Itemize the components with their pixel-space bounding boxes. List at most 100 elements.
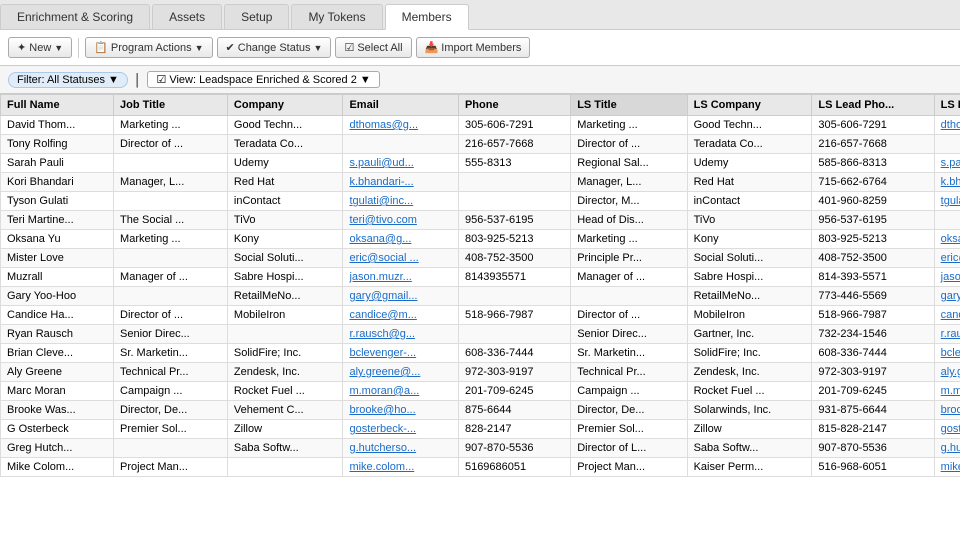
table-cell[interactable]: candice@m... bbox=[343, 306, 459, 325]
table-cell: Muzrall bbox=[1, 268, 114, 287]
table-cell[interactable]: m.moran@a... bbox=[343, 382, 459, 401]
table-cell: Greg Hutch... bbox=[1, 439, 114, 458]
table-cell: Campaign ... bbox=[571, 382, 687, 401]
table-cell: Sabre Hospi... bbox=[227, 268, 343, 287]
table-cell: Oksana Yu bbox=[1, 230, 114, 249]
separator-1 bbox=[78, 38, 79, 58]
table-cell: 972-303-9197 bbox=[812, 363, 934, 382]
table-cell[interactable] bbox=[343, 135, 459, 154]
tab-setup[interactable]: Setup bbox=[224, 4, 289, 29]
col-job-title[interactable]: Job Title bbox=[114, 95, 228, 116]
tab-my-tokens[interactable]: My Tokens bbox=[291, 4, 382, 29]
col-full-name[interactable]: Full Name bbox=[1, 95, 114, 116]
table-cell[interactable]: jason.muzr... bbox=[343, 268, 459, 287]
table-cell[interactable]: bclevenger-... bbox=[343, 344, 459, 363]
table-cell[interactable]: candice@m... bbox=[934, 306, 960, 325]
view-tag[interactable]: ☑ View: Leadspace Enriched & Scored 2 ▼ bbox=[147, 71, 379, 88]
col-ls-lead-email[interactable]: LS Lead Email bbox=[934, 95, 960, 116]
toolbar: ✦ New ▼ 📋 Program Actions ▼ ✔ Change Sta… bbox=[0, 30, 960, 66]
table-cell: Head of Dis... bbox=[571, 211, 687, 230]
table-cell[interactable]: g.hutcherso... bbox=[343, 439, 459, 458]
table-cell: Senior Direc... bbox=[114, 325, 228, 344]
table-cell[interactable]: brooke@ho... bbox=[343, 401, 459, 420]
table-cell[interactable]: m.moran@a... bbox=[934, 382, 960, 401]
col-ls-lead-phone[interactable]: LS Lead Pho... bbox=[812, 95, 934, 116]
view-dropdown-arrow: ▼ bbox=[360, 74, 371, 86]
table-cell[interactable]: dthomas@g... bbox=[934, 116, 960, 135]
table-cell[interactable]: mike.colom... bbox=[934, 458, 960, 477]
table-cell: Principle Pr... bbox=[571, 249, 687, 268]
table-cell: 803-925-5213 bbox=[812, 230, 934, 249]
table-row: David Thom...Marketing ...Good Techn...d… bbox=[1, 116, 960, 135]
table-cell: Udemy bbox=[227, 154, 343, 173]
table-cell[interactable]: g.hutcherso... bbox=[934, 439, 960, 458]
col-ls-title[interactable]: LS Title bbox=[571, 95, 687, 116]
tab-assets[interactable]: Assets bbox=[152, 4, 222, 29]
col-ls-company[interactable]: LS Company bbox=[687, 95, 812, 116]
table-cell[interactable] bbox=[934, 211, 960, 230]
table-cell[interactable]: s.pauli@ud... bbox=[343, 154, 459, 173]
table-cell[interactable]: gary@gmail... bbox=[343, 287, 459, 306]
table-row: Brian Cleve...Sr. Marketin...SolidFire; … bbox=[1, 344, 960, 363]
table-cell: Brian Cleve... bbox=[1, 344, 114, 363]
table-cell[interactable]: dthomas@g... bbox=[343, 116, 459, 135]
table-row: Ryan RauschSenior Direc...r.rausch@g...S… bbox=[1, 325, 960, 344]
table-row: Kori BhandariManager, L...Red Hatk.bhand… bbox=[1, 173, 960, 192]
table-cell[interactable]: brooke@sol... bbox=[934, 401, 960, 420]
table-cell[interactable]: mike.colom... bbox=[343, 458, 459, 477]
table-cell: Good Techn... bbox=[227, 116, 343, 135]
table-cell: The Social ... bbox=[114, 211, 228, 230]
table-cell[interactable] bbox=[934, 135, 960, 154]
table-cell bbox=[458, 325, 570, 344]
filter-dropdown-arrow: ▼ bbox=[108, 74, 119, 86]
table-cell: Project Man... bbox=[114, 458, 228, 477]
filter-bar: Filter: All Statuses ▼ │ ☑ View: Leadspa… bbox=[0, 66, 960, 94]
col-phone[interactable]: Phone bbox=[458, 95, 570, 116]
program-actions-button[interactable]: 📋 Program Actions ▼ bbox=[85, 37, 212, 58]
table-cell[interactable]: s.pauli@ud... bbox=[934, 154, 960, 173]
table-cell[interactable]: k.bhandari-... bbox=[343, 173, 459, 192]
col-company[interactable]: Company bbox=[227, 95, 343, 116]
table-cell[interactable]: oksana@g... bbox=[343, 230, 459, 249]
table-cell[interactable]: r.rausch@g... bbox=[934, 325, 960, 344]
table-cell bbox=[114, 192, 228, 211]
table-row: Tony RolfingDirector of ...Teradata Co..… bbox=[1, 135, 960, 154]
table-cell: Director of ... bbox=[571, 306, 687, 325]
table-cell: Director, M... bbox=[571, 192, 687, 211]
table-cell: Zillow bbox=[227, 420, 343, 439]
view-icon: ☑ bbox=[156, 73, 166, 86]
change-status-label: Change Status bbox=[238, 42, 311, 54]
table-cell: Technical Pr... bbox=[571, 363, 687, 382]
col-email[interactable]: Email bbox=[343, 95, 459, 116]
new-button[interactable]: ✦ New ▼ bbox=[8, 37, 72, 58]
table-cell[interactable]: eric@social ... bbox=[934, 249, 960, 268]
import-members-button[interactable]: 📥 Import Members bbox=[416, 37, 531, 58]
table-cell: Manager of ... bbox=[114, 268, 228, 287]
table-cell[interactable]: r.rausch@g... bbox=[343, 325, 459, 344]
table-cell[interactable]: jason.muzr... bbox=[934, 268, 960, 287]
members-table: Full Name Job Title Company Email Phone … bbox=[0, 94, 960, 477]
table-cell[interactable]: eric@social ... bbox=[343, 249, 459, 268]
table-cell[interactable]: gosterbeck-... bbox=[343, 420, 459, 439]
table-cell[interactable]: aly.greene@... bbox=[343, 363, 459, 382]
table-cell: TiVo bbox=[687, 211, 812, 230]
table-cell: Social Soluti... bbox=[227, 249, 343, 268]
table-cell[interactable]: bclevenger-... bbox=[934, 344, 960, 363]
tab-members[interactable]: Members bbox=[385, 4, 469, 30]
filter-status-tag[interactable]: Filter: All Statuses ▼ bbox=[8, 72, 128, 88]
change-status-button[interactable]: ✔ Change Status ▼ bbox=[217, 37, 332, 58]
tab-enrichment-scoring[interactable]: Enrichment & Scoring bbox=[0, 4, 150, 29]
table-cell[interactable]: tgulati@inc... bbox=[343, 192, 459, 211]
table-cell[interactable]: oksana@ko... bbox=[934, 230, 960, 249]
table-cell: Saba Softw... bbox=[227, 439, 343, 458]
table-cell[interactable]: teri@tivo.com bbox=[343, 211, 459, 230]
table-cell[interactable]: aly.greene@... bbox=[934, 363, 960, 382]
table-cell: Solarwinds, Inc. bbox=[687, 401, 812, 420]
table-cell[interactable]: tgulati@inc... bbox=[934, 192, 960, 211]
table-cell[interactable]: gary@retail... bbox=[934, 287, 960, 306]
table-cell: 803-925-5213 bbox=[458, 230, 570, 249]
table-cell: Manager of ... bbox=[571, 268, 687, 287]
table-cell[interactable]: gosterbeck-... bbox=[934, 420, 960, 439]
select-all-button[interactable]: ☑ Select All bbox=[335, 37, 411, 58]
table-cell[interactable]: k.bhandari-... bbox=[934, 173, 960, 192]
